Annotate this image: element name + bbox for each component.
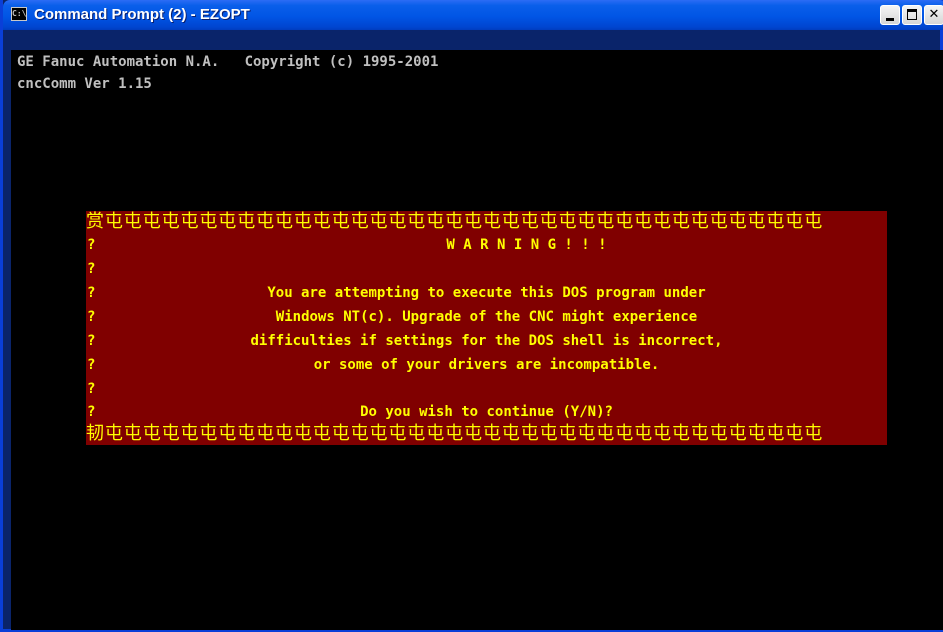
border-char: ? [87,261,96,277]
window-title: Command Prompt (2) - EZOPT [34,6,250,23]
warning-message-3: difficulties if settings for the DOS she… [250,333,723,349]
maximize-icon [907,9,917,20]
continue-prompt: Do you wish to continue (Y/N)? [360,404,613,420]
minimize-button[interactable] [880,5,900,25]
maximize-button[interactable] [902,5,922,25]
dialog-top-border: 赏屯屯屯屯屯屯屯屯屯屯屯屯屯屯屯屯屯屯屯屯屯屯屯屯屯屯屯屯屯屯屯屯屯屯屯屯屯屯 [86,211,824,232]
console-version-line: cncComm Ver 1.15 [17,76,152,92]
console-icon[interactable]: C:\ [11,7,27,21]
dialog-bottom-border: 韧屯屯屯屯屯屯屯屯屯屯屯屯屯屯屯屯屯屯屯屯屯屯屯屯屯屯屯屯屯屯屯屯屯屯屯屯屯屯 [86,423,824,444]
warning-dialog: 赏屯屯屯屯屯屯屯屯屯屯屯屯屯屯屯屯屯屯屯屯屯屯屯屯屯屯屯屯屯屯屯屯屯屯屯屯屯屯 … [86,211,887,445]
title-bar[interactable]: C:\ Command Prompt (2) - EZOPT ✕ [3,0,943,30]
minimize-icon [886,18,894,21]
close-icon: ✕ [928,7,940,22]
border-char: ? [87,237,96,253]
warning-title: W A R N I N G ! ! ! [446,237,607,253]
command-prompt-window: C:\ Command Prompt (2) - EZOPT ✕ GE Fanu… [0,0,943,632]
close-button[interactable]: ✕ [924,5,943,25]
border-char: ? [87,381,96,397]
console-copyright-line: GE Fanuc Automation N.A. Copyright (c) 1… [17,54,439,70]
warning-message-2: Windows NT(c). Upgrade of the CNC might … [275,309,698,325]
warning-message-1: You are attempting to execute this DOS p… [267,285,706,301]
warning-message-4: or some of your drivers are incompatible… [313,357,660,373]
